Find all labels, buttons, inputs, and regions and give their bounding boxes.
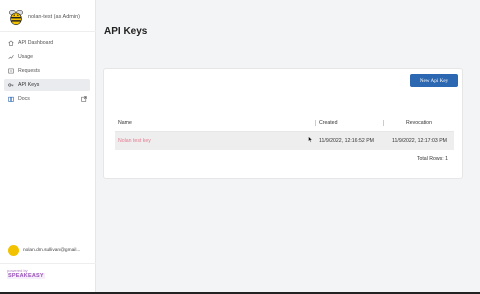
column-header-created[interactable]: Created xyxy=(319,120,337,126)
sidebar-item-api-dashboard[interactable]: API Dashboard xyxy=(4,37,90,49)
avatar xyxy=(8,245,19,256)
created-cell: 11/9/2022, 12:16:52 PM xyxy=(319,138,374,144)
sidebar-item-usage[interactable]: Usage xyxy=(4,51,90,63)
divider xyxy=(0,31,96,32)
sidebar-item-docs[interactable]: Docs xyxy=(4,93,90,105)
new-api-key-button[interactable]: New Api Key xyxy=(410,74,458,87)
sidebar-item-api-keys[interactable]: API Keys xyxy=(4,79,90,91)
user-email: nolan.dm.sullivan@gmail... xyxy=(23,248,81,253)
total-rows: Total Rows: 1 xyxy=(416,156,448,162)
divider xyxy=(0,263,96,264)
sidebar: nolan-test (as Admin) API Dashboard Usag… xyxy=(0,0,96,292)
mouse-cursor-icon xyxy=(308,136,313,143)
table-footer: Total Rows: 1 xyxy=(115,150,454,167)
column-header-name[interactable]: Name xyxy=(118,120,132,126)
column-separator[interactable] xyxy=(315,120,316,126)
key-name-cell[interactable]: Nolan test key xyxy=(118,138,151,144)
badge-logo-text: SPEAKEASY xyxy=(7,273,45,279)
api-keys-card: New Api Key Name Created Revocation Nola… xyxy=(103,68,463,179)
home-icon xyxy=(8,40,14,46)
speakeasy-badge[interactable]: powered by SPEAKEASY xyxy=(7,268,45,279)
sidebar-item-label: API Dashboard xyxy=(18,40,54,46)
usage-icon xyxy=(8,54,14,60)
table-header: Name Created Revocation xyxy=(115,114,454,132)
key-icon xyxy=(8,82,14,88)
sidebar-item-requests[interactable]: Requests xyxy=(4,65,90,77)
api-keys-table: Name Created Revocation Nolan test key 1… xyxy=(115,114,454,167)
docs-icon xyxy=(8,96,14,102)
table-row[interactable]: Nolan test key 11/9/2022, 12:16:52 PM 11… xyxy=(115,132,454,150)
brand[interactable]: nolan-test (as Admin) xyxy=(7,8,80,26)
sidebar-item-label: API Keys xyxy=(18,82,40,88)
user-profile[interactable]: nolan.dm.sullivan@gmail... xyxy=(8,245,80,256)
column-header-revocation[interactable]: Revocation xyxy=(406,120,432,126)
column-separator[interactable] xyxy=(383,120,384,126)
bee-logo-icon xyxy=(8,9,24,26)
page-title: API Keys xyxy=(104,26,148,37)
sidebar-item-label: Requests xyxy=(18,68,40,74)
requests-icon xyxy=(8,68,14,74)
org-name: nolan-test (as Admin) xyxy=(28,14,80,20)
sidebar-nav: API Dashboard Usage Requests API Keys Do… xyxy=(4,37,90,107)
sidebar-item-label: Docs xyxy=(18,96,30,102)
external-link-icon[interactable] xyxy=(81,96,87,102)
sidebar-item-label: Usage xyxy=(18,54,33,60)
revocation-cell: 11/9/2022, 12:17:03 PM xyxy=(392,138,447,144)
